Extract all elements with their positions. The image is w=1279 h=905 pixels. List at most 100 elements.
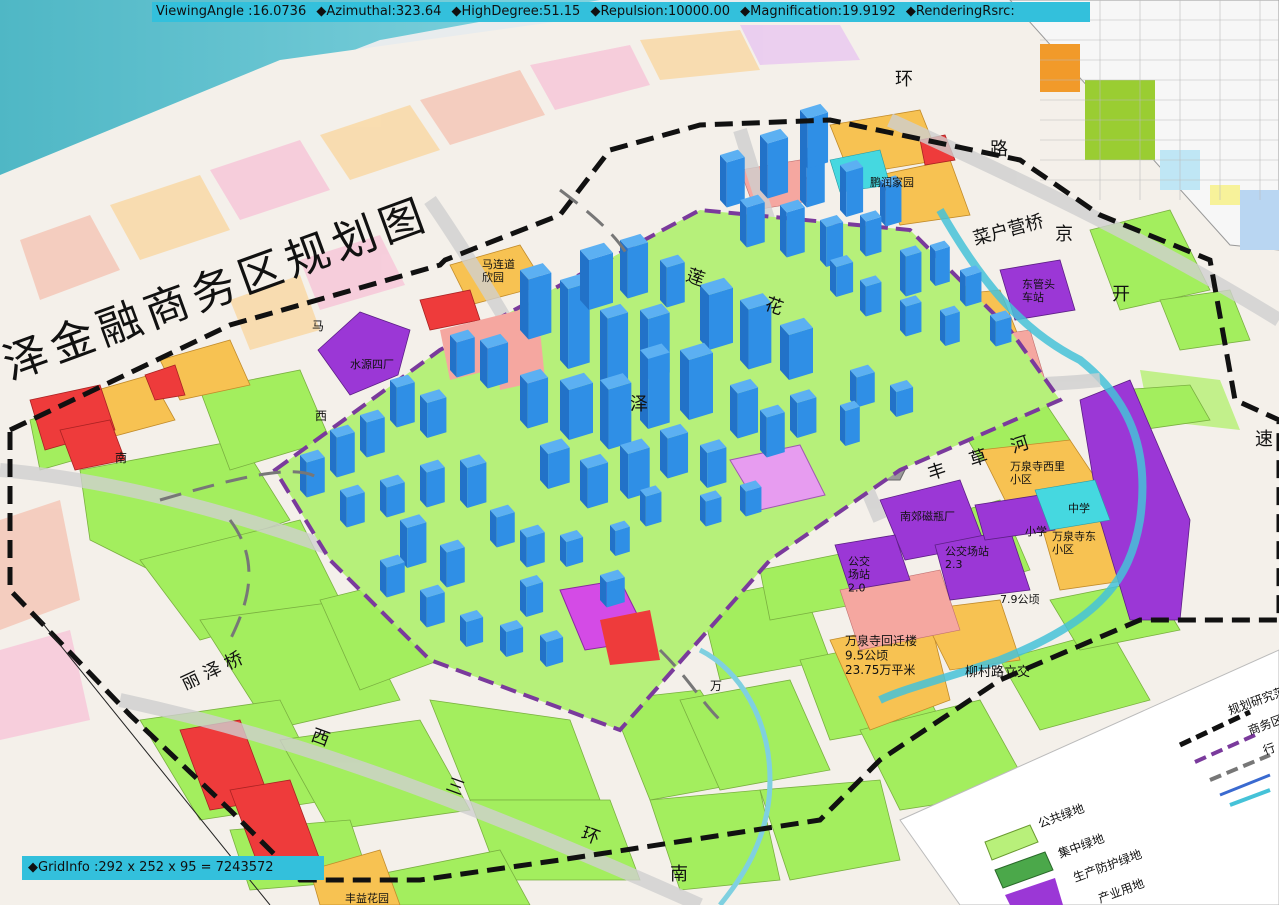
building-front xyxy=(306,457,325,498)
road-south: 南 xyxy=(670,864,688,885)
building-front xyxy=(896,386,914,417)
building-front xyxy=(945,311,960,346)
building-side xyxy=(660,430,668,479)
building-side xyxy=(620,445,629,499)
building-side xyxy=(860,215,866,257)
building-front xyxy=(995,316,1012,347)
road-huan: 环 xyxy=(895,69,913,90)
building-front xyxy=(526,532,545,568)
building-side xyxy=(700,285,709,350)
building-side xyxy=(600,380,609,450)
building-front xyxy=(336,432,355,478)
building-front xyxy=(865,281,882,317)
building-side xyxy=(760,135,768,199)
building-side xyxy=(360,415,367,458)
building-front xyxy=(645,491,662,527)
road-lu: 路 xyxy=(990,139,1008,160)
building-side xyxy=(680,350,689,420)
road-su: 速 xyxy=(1255,429,1273,450)
building-front xyxy=(569,382,593,440)
building-side xyxy=(840,165,847,217)
viewing-angle: ViewingAngle :16.0736 xyxy=(156,4,307,19)
building-front xyxy=(346,492,365,528)
label-lianhua-park: 鹏润家园 xyxy=(870,175,914,189)
building-front xyxy=(935,246,950,286)
building-front xyxy=(527,377,549,429)
building-side xyxy=(780,205,787,258)
building-side xyxy=(840,405,846,446)
building-front xyxy=(767,137,789,199)
building-side xyxy=(480,340,488,389)
building-front xyxy=(615,526,630,556)
grid-info: ◆GridInfo :292 x 252 x 95 = 7243572 xyxy=(28,860,274,875)
building-front xyxy=(667,432,689,479)
grid-info-bar: ◆GridInfo :292 x 252 x 95 = 7243572 xyxy=(22,856,324,880)
building-side xyxy=(300,455,307,498)
building-front xyxy=(746,202,765,248)
building-front xyxy=(526,581,544,617)
camera-info-bar: ViewingAngle :16.0736 ◆Azimuthal:323.64 … xyxy=(152,2,1090,22)
building-side xyxy=(560,380,569,440)
map-viewport[interactable]: 泽金融商务区规划图 马连道欣园 水源四厂 鹏润家园 东管头车站 万泉寺西里小区 … xyxy=(0,0,1279,905)
building-front xyxy=(836,261,854,297)
building-front xyxy=(865,216,882,257)
building-front xyxy=(905,301,922,337)
building-front xyxy=(845,406,860,446)
building-side xyxy=(460,460,468,508)
building-side xyxy=(820,220,827,267)
repulsion: ◆Repulsion:10000.00 xyxy=(590,4,730,19)
building-side xyxy=(330,430,337,478)
building-front xyxy=(407,522,427,568)
high-degree: ◆HighDegree:51.15 xyxy=(451,4,581,19)
building-side xyxy=(560,280,569,369)
building-front xyxy=(528,272,552,340)
azimuthal: ◆Azimuthal:323.64 xyxy=(316,4,442,19)
road-wan: 万 xyxy=(710,679,722,693)
building-side xyxy=(450,335,457,378)
building-front xyxy=(789,327,813,380)
building-front xyxy=(548,447,570,489)
building-front xyxy=(589,252,613,310)
building-front xyxy=(496,512,515,548)
building-side xyxy=(440,545,447,588)
map-canvas[interactable]: 泽金融商务区规划图 马连道欣园 水源四厂 鹏润家园 东管头车站 万泉寺西里小区 … xyxy=(0,0,1279,905)
building-front xyxy=(666,262,685,308)
building-side xyxy=(600,310,608,389)
building-front xyxy=(705,496,722,527)
building-side xyxy=(580,250,589,310)
building-side xyxy=(900,250,906,297)
building-front xyxy=(856,372,875,408)
building-front xyxy=(386,562,405,598)
label-shuiyuan: 水源四厂 xyxy=(350,357,394,371)
building-front xyxy=(587,462,609,509)
building-front xyxy=(506,626,524,657)
building-front xyxy=(707,447,727,488)
road-ma: 马 xyxy=(312,319,324,333)
building-side xyxy=(520,375,528,429)
building-side xyxy=(720,155,727,208)
building-front xyxy=(366,417,385,458)
road-kai: 开 xyxy=(1112,284,1130,305)
building-side xyxy=(660,260,667,308)
building-side xyxy=(740,300,749,370)
building-front xyxy=(467,462,487,508)
label-school1: 小学 xyxy=(1025,524,1047,538)
building-front xyxy=(386,482,405,518)
label-liucun: 柳村路立交 xyxy=(965,664,1030,680)
building-side xyxy=(580,460,588,509)
building-front xyxy=(608,382,632,450)
building-front xyxy=(456,337,475,378)
building-side xyxy=(730,385,738,439)
building-front xyxy=(797,397,817,438)
building-front xyxy=(426,467,445,508)
building-front xyxy=(786,207,805,258)
label-school2: 中学 xyxy=(1068,501,1090,515)
rendering-rsrc: ◆RenderingRsrc: xyxy=(905,4,1015,19)
building-front xyxy=(566,536,584,567)
building-side xyxy=(930,245,936,286)
building-side xyxy=(640,350,649,429)
building-front xyxy=(546,636,564,667)
road-jing: 京 xyxy=(1055,224,1073,245)
building-front xyxy=(466,616,484,647)
building-front xyxy=(737,387,759,439)
